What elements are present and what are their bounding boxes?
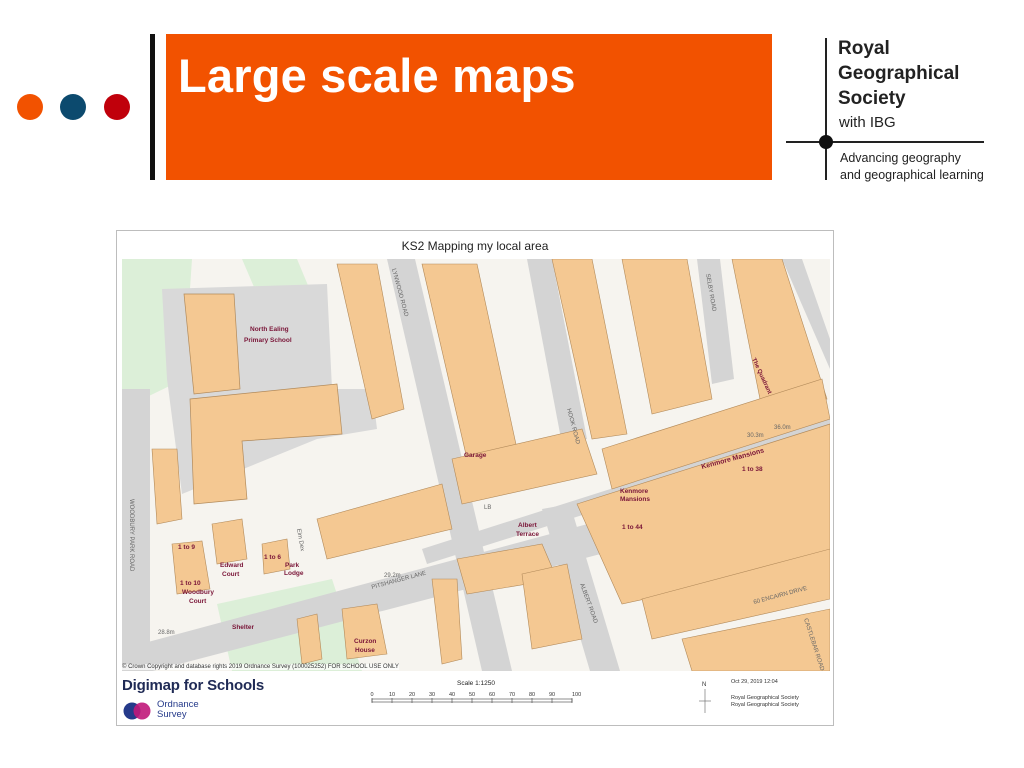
digimap-brand: Digimap for Schools: [122, 677, 265, 694]
label-shelter: Shelter: [232, 624, 255, 631]
label-edward-2: Court: [222, 571, 240, 578]
os-map-svg: North Ealing Primary School Edward Court…: [122, 259, 830, 671]
logo-with-ibg: with IBG: [839, 114, 896, 131]
scale-tick-label: 80: [529, 692, 535, 698]
label-curzon-2: House: [355, 647, 375, 654]
label-albert-2: Terrace: [516, 531, 539, 538]
logo-node-dot: [819, 135, 833, 149]
label-spot-2: 28.8m: [158, 630, 175, 636]
logo-with: with: [839, 114, 866, 131]
slide-title: Large scale maps: [178, 49, 576, 102]
map-date: Oct 29, 2019 12:04: [731, 679, 778, 685]
label-woodbury-2: Court: [189, 598, 207, 605]
label-1to9: 1 to 9: [178, 544, 195, 551]
scale-bar: 0 10 20 30 40 50 60 70 80 90 100 m: [370, 692, 582, 703]
logo-society-name: Royal Geographical Society: [838, 36, 959, 111]
logo-tagline: Advancing geography and geographical lea…: [840, 150, 984, 184]
label-kenmore-2: Kenmore: [620, 488, 649, 495]
os-map: North Ealing Primary School Edward Court…: [122, 259, 830, 671]
scale-tick-label: 40: [449, 692, 455, 698]
decor-dot-orange: [17, 94, 43, 120]
north-arrow-label: N: [702, 682, 707, 688]
label-garage: Garage: [464, 452, 487, 459]
label-1to6: 1 to 6: [264, 554, 281, 561]
rgs-logo: Royal Geographical Society with IBG Adva…: [786, 34, 996, 184]
label-1to44: 1 to 44: [622, 524, 643, 531]
scale-tick-label: 20: [409, 692, 415, 698]
logo-name-line2: Geographical: [838, 63, 960, 84]
ordnance-survey-text: Ordnance Survey: [157, 700, 199, 720]
label-1to38: 1 to 38: [742, 466, 763, 473]
logo-tagline-line2: and geographical learning: [840, 168, 984, 182]
label-lb: LB: [484, 505, 491, 511]
scale-label: Scale 1:1250: [457, 680, 495, 687]
label-park: Park: [285, 562, 299, 569]
title-divider: [150, 34, 155, 180]
scale-tick-label: 60: [489, 692, 495, 698]
logo-vertical-line: [825, 38, 827, 180]
logo-ibg: IBG: [869, 114, 896, 131]
label-spot-4: 36.0m: [774, 425, 791, 431]
label-spot-3: 30.3m: [747, 433, 764, 439]
label-woodbury: Woodbury: [182, 589, 214, 596]
decor-dot-red: [104, 94, 130, 120]
map-figure: KS2 Mapping my local area North Ealing P…: [116, 230, 834, 726]
scale-tick-label: 0: [370, 692, 373, 698]
scale-tick-label: 70: [509, 692, 515, 698]
scale-tick-label: 90: [549, 692, 555, 698]
logo-horizontal-line: [786, 141, 984, 143]
label-edward: Edward: [220, 562, 244, 569]
label-albert: Albert: [518, 522, 538, 529]
label-spot-1: 29.2m: [384, 573, 401, 579]
map-copyright: © Crown Copyright and database rights 20…: [122, 664, 399, 670]
logo-name-line3: Society: [838, 88, 906, 109]
label-1to10: 1 to 10: [180, 580, 201, 587]
ordnance-survey-logo-icon: [123, 702, 151, 720]
label-school-2: Primary School: [244, 337, 292, 344]
label-woodbury-road: WOODBURY PARK ROAD: [128, 499, 134, 572]
logo-name-line1: Royal: [838, 38, 890, 59]
scale-tick-label: 30: [429, 692, 435, 698]
os-line2: Survey: [157, 709, 187, 720]
label-curzon: Curzon: [354, 638, 376, 645]
scale-tick-label: 100 m: [572, 692, 582, 698]
road-woodbury: [122, 389, 150, 671]
map-title: KS2 Mapping my local area: [401, 239, 549, 253]
owner-line1: Royal Geographical Society: [731, 695, 799, 701]
scale-tick-label: 50: [469, 692, 475, 698]
label-kenmore-3: Mansions: [620, 496, 650, 503]
north-arrow-icon: [699, 689, 711, 713]
owner-line2: Royal Geographical Society: [731, 701, 799, 708]
label-school: North Ealing: [250, 326, 289, 333]
label-park-2: Lodge: [284, 570, 304, 577]
decor-dot-navy: [60, 94, 86, 120]
scale-tick-label: 10: [389, 692, 395, 698]
map-owner: Royal Geographical Society Royal Geograp…: [731, 695, 799, 708]
logo-tagline-line1: Advancing geography: [840, 151, 961, 165]
